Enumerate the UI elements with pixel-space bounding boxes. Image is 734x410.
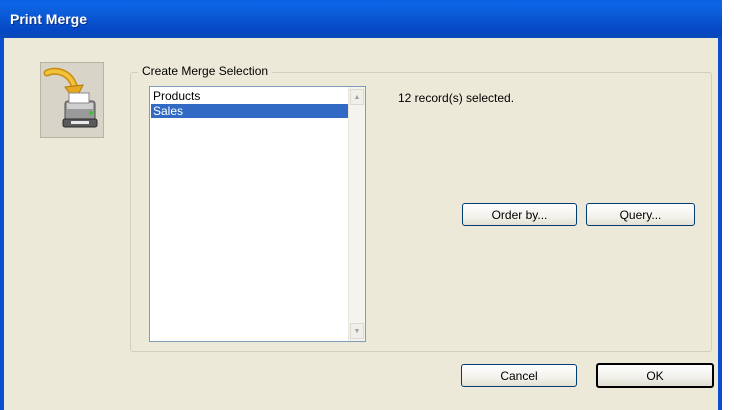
window-border-left bbox=[0, 38, 4, 410]
ok-button[interactable]: OK bbox=[596, 363, 714, 388]
screen-edge bbox=[722, 0, 734, 410]
window-title: Print Merge bbox=[10, 11, 88, 27]
listbox-scrollbar[interactable]: ▲ ▼ bbox=[348, 87, 365, 341]
scroll-up-arrow-icon[interactable]: ▲ bbox=[350, 89, 364, 105]
scroll-down-arrow-icon[interactable]: ▼ bbox=[350, 323, 364, 339]
order-by-button[interactable]: Order by... bbox=[462, 203, 577, 226]
records-selected-status: 12 record(s) selected. bbox=[398, 91, 515, 105]
query-button[interactable]: Query... bbox=[586, 203, 695, 226]
print-merge-dialog: Print Merge Create Merge Selection Produ… bbox=[0, 0, 734, 410]
groupbox-label: Create Merge Selection bbox=[138, 64, 273, 78]
list-item-sales[interactable]: Sales bbox=[151, 104, 348, 118]
table-listbox[interactable]: Products Sales ▲ ▼ bbox=[149, 86, 366, 342]
cancel-button[interactable]: Cancel bbox=[461, 364, 577, 387]
list-item-products[interactable]: Products bbox=[151, 89, 348, 103]
title-bar[interactable]: Print Merge bbox=[0, 0, 722, 38]
print-merge-icon bbox=[40, 62, 104, 138]
